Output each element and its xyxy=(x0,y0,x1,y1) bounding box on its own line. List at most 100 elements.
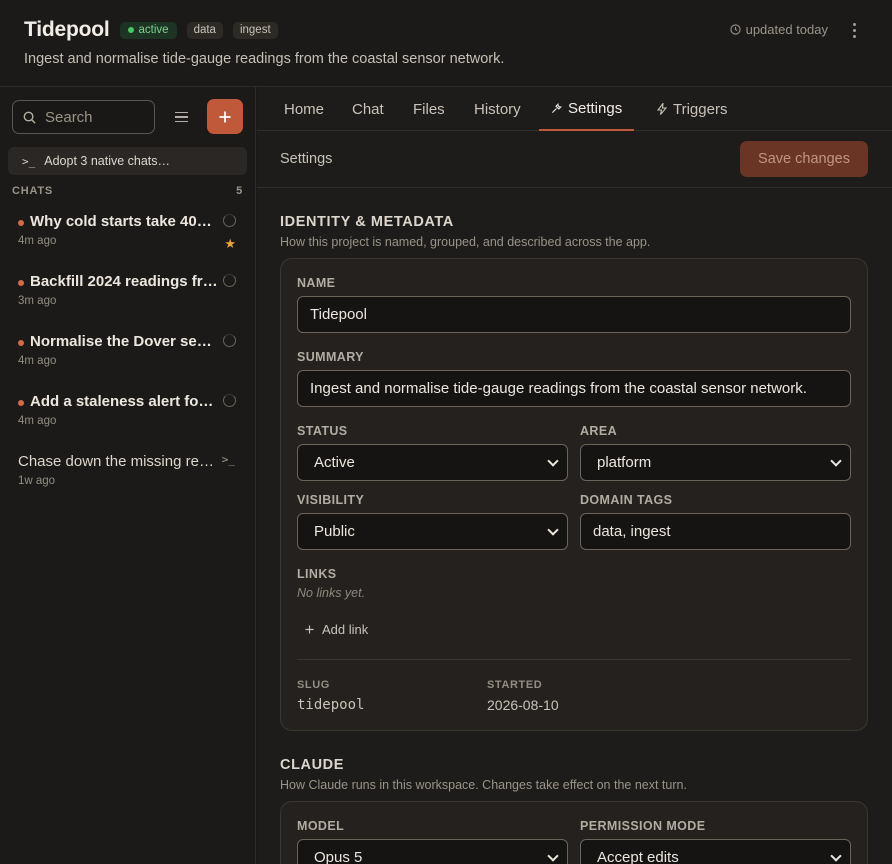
add-link-button[interactable]: Add link xyxy=(305,622,368,637)
wrench-icon xyxy=(551,102,562,113)
tab-home[interactable]: Home xyxy=(284,87,324,131)
chat-list-item[interactable]: Add a staleness alert for gauges 4m ago xyxy=(18,393,240,443)
unread-dot-icon xyxy=(18,400,24,406)
domain-tags-label: DOMAIN TAGS xyxy=(580,493,673,507)
updated-indicator: updated today xyxy=(729,22,828,37)
tab-bar: Home Chat Files History Settings Trigger… xyxy=(257,87,892,131)
chevron-down-icon xyxy=(547,454,559,467)
more-options-icon[interactable] xyxy=(846,18,862,42)
loading-spinner-icon xyxy=(223,274,236,287)
visibility-label: VISIBILITY xyxy=(297,493,365,507)
area-label: AREA xyxy=(580,424,618,438)
tag-badge: data xyxy=(186,21,223,39)
chat-title: Why cold starts take 40s on the pipeline xyxy=(30,213,218,230)
model-label: MODEL xyxy=(297,819,345,833)
title-row: Tidepool active data ingest xyxy=(24,18,278,42)
started-value: 2026-08-10 xyxy=(487,697,559,713)
tab-label: Home xyxy=(284,100,325,118)
status-badge: active xyxy=(119,21,177,39)
sidebar: >_ Adopt 3 native chats… CHATS 5 Why col… xyxy=(0,87,256,864)
new-chat-button[interactable] xyxy=(207,99,243,134)
chevron-down-icon xyxy=(547,523,559,536)
identity-section-title: IDENTITY & METADATA xyxy=(280,214,454,230)
slug-label: SLUG xyxy=(297,679,330,691)
permission-mode-label: PERMISSION MODE xyxy=(580,819,706,833)
chat-title: Normalise the Dover sensor offsets xyxy=(30,333,218,350)
clock-icon xyxy=(729,24,741,35)
chat-time: 1w ago xyxy=(18,475,56,487)
model-select[interactable]: Opus 5 xyxy=(297,839,568,864)
tab-label: Settings xyxy=(568,99,623,117)
tab-files[interactable]: Files xyxy=(413,87,445,131)
tab-history[interactable]: History xyxy=(474,87,521,131)
chevron-down-icon xyxy=(830,454,842,467)
settings-heading: Settings xyxy=(280,151,333,167)
area-select[interactable]: platform xyxy=(580,444,851,481)
unread-dot-icon xyxy=(18,220,24,226)
plus-icon xyxy=(219,111,231,122)
chat-list-item[interactable]: Normalise the Dover sensor offsets 4m ag… xyxy=(18,333,240,383)
permission-mode-select[interactable]: Accept edits xyxy=(580,839,851,864)
slug-value: tidepool xyxy=(297,697,365,713)
loading-spinner-icon xyxy=(223,214,236,227)
visibility-select[interactable]: Public xyxy=(297,513,568,550)
project-title: Tidepool xyxy=(24,18,110,41)
unread-dot-icon xyxy=(18,340,24,346)
chevron-down-icon xyxy=(830,849,842,862)
star-icon[interactable]: ★ xyxy=(224,236,236,252)
loading-spinner-icon xyxy=(223,394,236,407)
chat-time: 4m ago xyxy=(18,235,57,247)
search-icon xyxy=(23,111,36,124)
save-changes-button[interactable]: Save changes xyxy=(740,141,868,177)
chat-title: Add a staleness alert for gauges xyxy=(30,393,218,410)
summary-input[interactable]: Ingest and normalise tide-gauge readings… xyxy=(297,370,851,407)
loading-spinner-icon xyxy=(223,334,236,347)
domain-tags-input[interactable]: data, ingest xyxy=(580,513,851,550)
tag-badge: ingest xyxy=(232,21,278,39)
search-box[interactable] xyxy=(12,100,155,134)
settings-bar: Settings Save changes xyxy=(257,131,892,188)
identity-card: NAME Tidepool SUMMARY Ingest and normali… xyxy=(280,258,868,731)
model-select-value: Opus 5 xyxy=(314,849,363,864)
name-label: NAME xyxy=(297,276,336,290)
divider xyxy=(297,659,851,660)
terminal-icon: >_ xyxy=(221,453,235,466)
summary-label: SUMMARY xyxy=(297,350,364,364)
plus-icon xyxy=(305,625,314,634)
bolt-icon xyxy=(657,103,667,115)
links-label: LINKS xyxy=(297,567,337,581)
chats-section-header: CHATS 5 xyxy=(12,185,243,197)
visibility-select-value: Public xyxy=(314,523,355,540)
updated-label: updated today xyxy=(745,22,828,37)
chat-list-item[interactable]: Why cold starts take 40s on the pipeline… xyxy=(18,213,240,263)
main-panel: Home Chat Files History Settings Trigger… xyxy=(257,87,892,864)
chat-list-item[interactable]: Backfill 2024 readings from archive 3m a… xyxy=(18,273,240,323)
tab-chat[interactable]: Chat xyxy=(352,87,384,131)
chat-title: Backfill 2024 readings from archive xyxy=(30,273,218,290)
tab-label: Files xyxy=(413,100,445,118)
status-select[interactable]: Active xyxy=(297,444,568,481)
status-badge-label: active xyxy=(138,24,169,36)
chat-time: 3m ago xyxy=(18,295,57,307)
search-input[interactable] xyxy=(45,108,145,126)
pinned-chat-item[interactable]: >_ Adopt 3 native chats… xyxy=(8,147,247,175)
tab-label: History xyxy=(474,100,521,118)
tab-triggers[interactable]: Triggers xyxy=(657,87,727,131)
project-subtitle: Ingest and normalise tide-gauge readings… xyxy=(24,51,505,67)
tab-label: Triggers xyxy=(673,100,728,118)
project-header: Tidepool active data ingest Ingest and n… xyxy=(0,0,892,87)
tab-settings[interactable]: Settings xyxy=(539,87,635,131)
chats-label: CHATS xyxy=(12,185,54,197)
list-menu-icon[interactable] xyxy=(170,107,192,127)
status-select-value: Active xyxy=(314,454,355,471)
chevron-down-icon xyxy=(547,849,559,862)
unread-dot-icon xyxy=(18,280,24,286)
no-links-text: No links yet. xyxy=(297,586,366,600)
started-label: STARTED xyxy=(487,679,543,691)
chat-list-item[interactable]: Chase down the missing readings >_ 1w ag… xyxy=(18,453,240,503)
chat-time: 4m ago xyxy=(18,415,57,427)
chat-time: 4m ago xyxy=(18,355,57,367)
name-input[interactable]: Tidepool xyxy=(297,296,851,333)
claude-section-desc: How Claude runs in this workspace. Chang… xyxy=(280,778,687,792)
chats-count: 5 xyxy=(236,185,243,197)
